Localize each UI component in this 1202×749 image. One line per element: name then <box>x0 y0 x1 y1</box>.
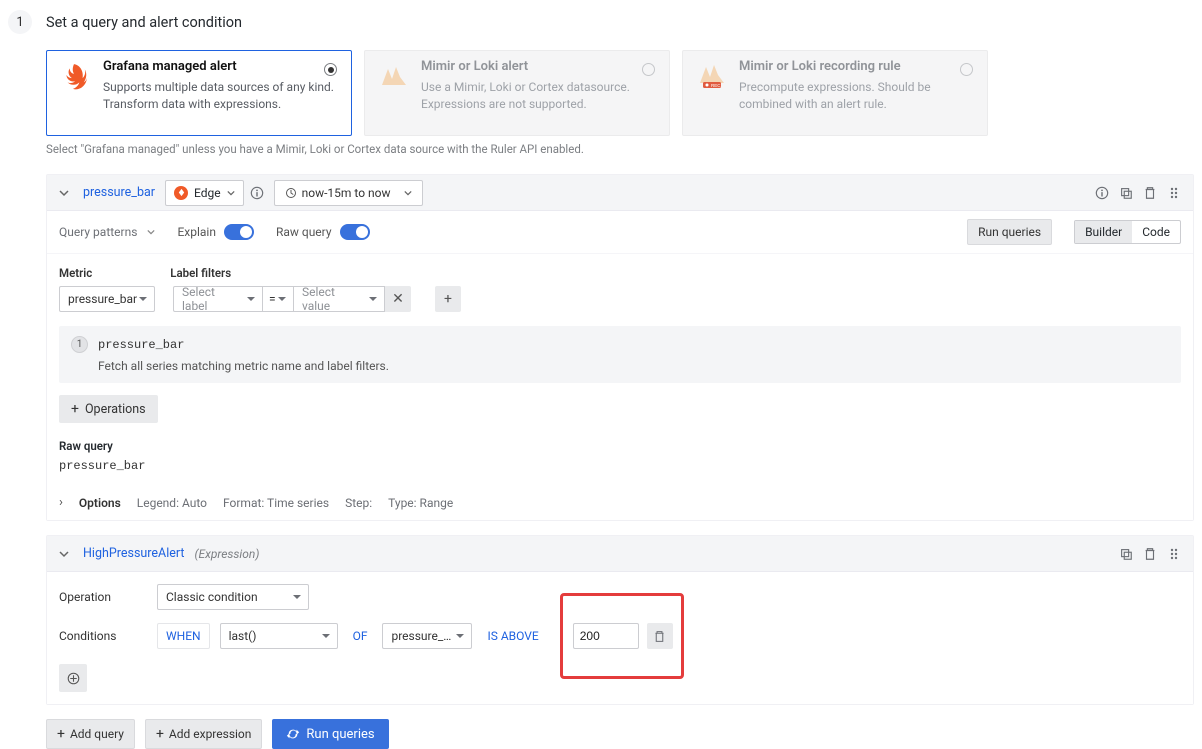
remove-filter-button[interactable]: ✕ <box>385 286 411 312</box>
drag-handle-icon[interactable] <box>1165 184 1183 202</box>
datasource-picker[interactable]: Edge <box>165 180 244 206</box>
expression-panel: HighPressureAlert (Expression) Operation… <box>46 535 1194 705</box>
query-patterns-label: Query patterns <box>59 225 137 239</box>
metric-select[interactable]: pressure_bar <box>59 286 155 312</box>
legend-info: Legend: Auto <box>137 496 207 510</box>
value-select[interactable]: Select value <box>293 286 385 312</box>
query-panel: pressure_bar Edge now-15m to now <box>46 174 1194 521</box>
run-queries-label: Run queries <box>306 727 374 742</box>
timerange-picker[interactable]: now-15m to now <box>274 180 423 206</box>
alert-type-mimir-rule[interactable]: REC Mimir or Loki recording rule Precomp… <box>682 50 988 136</box>
options-row[interactable]: › Options Legend: Auto Format: Time seri… <box>59 489 1181 510</box>
format-info: Format: Time series <box>223 496 329 510</box>
add-expression-label: Add expression <box>169 727 252 741</box>
run-queries-button[interactable]: Run queries <box>967 219 1052 245</box>
radio-unselected[interactable] <box>960 63 973 76</box>
trash-icon[interactable] <box>1141 545 1159 563</box>
svg-text:REC: REC <box>711 83 721 88</box>
step-title: Set a query and alert condition <box>46 14 242 31</box>
operations-button[interactable]: + Operations <box>59 395 158 423</box>
add-filter-button[interactable]: + <box>435 286 461 312</box>
step-number: 1 <box>8 10 32 34</box>
evaluator-label[interactable]: IS ABOVE <box>482 629 543 643</box>
sync-icon <box>286 727 300 741</box>
card-desc: Use a Mimir, Loki or Cortex datasource. … <box>421 79 657 114</box>
reducer-select[interactable]: last() <box>220 623 338 649</box>
datasource-name: Edge <box>194 186 221 200</box>
alert-type-mimir-alert[interactable]: Mimir or Loki alert Use a Mimir, Loki or… <box>364 50 670 136</box>
explain-label: Explain <box>177 225 216 239</box>
rawquery-value: pressure_bar <box>59 459 1181 473</box>
trash-icon[interactable] <box>1141 184 1159 202</box>
options-label: Options <box>79 496 121 510</box>
type-info: Type: Range <box>388 496 453 510</box>
radio-unselected[interactable] <box>642 63 655 76</box>
chevron-right-icon: › <box>59 495 63 510</box>
query-name[interactable]: pressure_bar <box>83 185 155 200</box>
expression-name[interactable]: HighPressureAlert <box>83 546 185 561</box>
conditions-label: Conditions <box>59 629 147 643</box>
expression-tag: (Expression) <box>195 547 260 561</box>
query-patterns-button[interactable]: Query patterns <box>59 225 155 239</box>
add-query-button[interactable]: + Add query <box>46 719 135 749</box>
card-title: Mimir or Loki alert <box>421 59 657 74</box>
run-queries-primary-button[interactable]: Run queries <box>272 719 388 749</box>
clock-icon <box>285 187 297 199</box>
duplicate-icon[interactable] <box>1117 545 1135 563</box>
alert-type-grafana[interactable]: Grafana managed alert Supports multiple … <box>46 50 352 136</box>
operation-select[interactable]: Classic condition <box>157 584 309 610</box>
rawquery-toggle[interactable] <box>340 224 370 240</box>
mode-builder[interactable]: Builder <box>1075 221 1132 243</box>
threshold-input[interactable] <box>573 623 639 649</box>
datasource-icon <box>174 186 188 200</box>
query-ref-select[interactable]: pressure_… <box>382 623 472 649</box>
mimir-rec-icon: REC <box>697 59 727 127</box>
alert-type-hint: Select "Grafana managed" unless you have… <box>0 142 1202 156</box>
card-title: Mimir or Loki recording rule <box>739 59 975 74</box>
mode-switch: Builder Code <box>1074 220 1181 244</box>
duplicate-icon[interactable] <box>1117 184 1135 202</box>
explain-text: Fetch all series matching metric name an… <box>71 359 1169 373</box>
when-tag: WHEN <box>157 623 210 649</box>
card-title: Grafana managed alert <box>103 59 339 74</box>
radio-selected[interactable] <box>324 63 337 76</box>
add-query-label: Add query <box>70 727 124 741</box>
metric-label: Metric <box>59 266 92 280</box>
datasource-help-icon[interactable] <box>244 180 270 206</box>
explain-toggle[interactable] <box>224 224 254 240</box>
card-desc: Supports multiple data sources of any ki… <box>103 79 339 114</box>
add-expression-button[interactable]: + Add expression <box>145 719 262 749</box>
mode-code[interactable]: Code <box>1132 221 1180 243</box>
label-select[interactable]: Select label <box>173 286 263 312</box>
card-desc: Precompute expressions. Should be combin… <box>739 79 975 114</box>
explain-box: 1 pressure_bar Fetch all series matching… <box>59 326 1181 383</box>
explain-step-num: 1 <box>71 336 88 353</box>
rawquery-heading: Raw query <box>59 439 1181 453</box>
of-label: OF <box>348 629 373 643</box>
drag-handle-icon[interactable] <box>1165 545 1183 563</box>
operator-select[interactable]: = <box>263 286 293 312</box>
threshold-highlight <box>560 593 684 679</box>
step-info: Step: <box>345 496 372 510</box>
grafana-icon <box>61 59 91 127</box>
timerange-label: now-15m to now <box>302 186 391 200</box>
remove-condition-button[interactable] <box>647 623 673 649</box>
operation-label: Operation <box>59 590 147 604</box>
collapse-toggle[interactable] <box>53 543 75 565</box>
labelfilters-label: Label filters <box>170 266 231 280</box>
operations-label: Operations <box>85 402 146 417</box>
add-condition-button[interactable] <box>59 664 87 692</box>
collapse-toggle[interactable] <box>53 182 75 204</box>
explain-metric-name: pressure_bar <box>98 338 184 352</box>
rawquery-label: Raw query <box>276 225 332 239</box>
query-help-icon[interactable] <box>1093 184 1111 202</box>
mimir-icon <box>379 59 409 127</box>
